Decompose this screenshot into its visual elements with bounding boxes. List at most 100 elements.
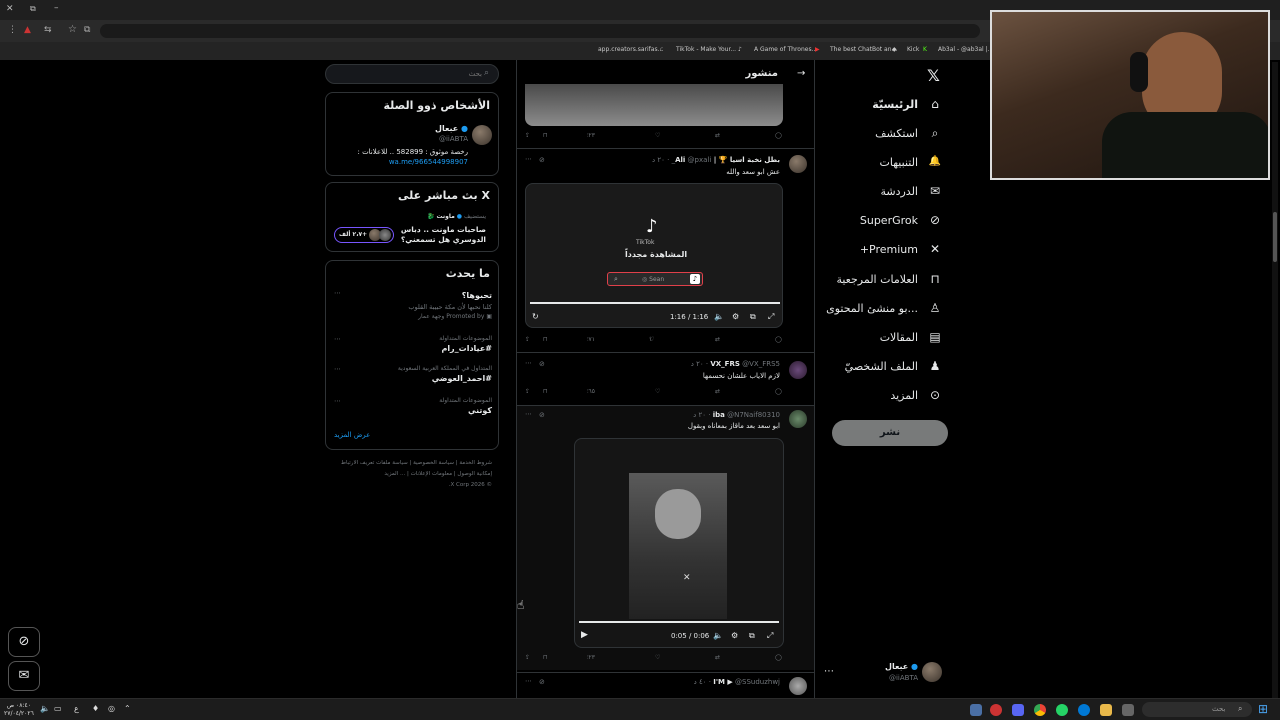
bookmark-icon[interactable]: ⊓ — [543, 132, 548, 139]
views-count[interactable]: ⫶ ٢٣ — [587, 132, 595, 140]
nav-item-explore[interactable]: ⌕ استكشف — [875, 123, 942, 143]
more-dots-icon[interactable]: ⋯ — [525, 359, 532, 367]
video-player[interactable]: ✕ ▶ 0:05 / 0:06 🔈 ⚙ ⧉ ⤢ — [574, 438, 784, 648]
repost-icon[interactable]: ⇄ — [715, 654, 720, 661]
search-box[interactable]: ⌕ — [325, 64, 499, 84]
restore-window-icon[interactable]: ⧉ — [30, 4, 36, 14]
tiktok-search-bar[interactable]: ⌕ ◎ Sean ♪ — [607, 272, 703, 286]
share-icon[interactable]: ⇪ — [525, 336, 530, 343]
menu-dots-icon[interactable]: ⋮ — [8, 25, 17, 35]
search-input[interactable] — [332, 67, 482, 81]
minimize-window-icon[interactable]: – — [54, 3, 59, 13]
views-count[interactable]: ⫶ ٦٥ — [587, 388, 595, 396]
views-count[interactable]: ⫶ ٢٣ — [587, 654, 595, 662]
account-switcher[interactable]: ⋯ ● عبعال @iiABTA — [822, 658, 946, 688]
post-author[interactable]: بطل نخبة اسيا 🏆 | Ali @pxali_ · ٢٠ د — [652, 156, 780, 164]
avatar[interactable] — [789, 677, 807, 695]
post-button[interactable]: نشر — [832, 420, 948, 446]
back-arrow-icon[interactable]: → — [797, 68, 805, 79]
whatsapp-icon[interactable] — [1056, 704, 1068, 716]
more-dots-icon[interactable]: ⋯ — [334, 397, 341, 405]
page-scrollbar[interactable] — [1272, 62, 1278, 698]
nav-item-home[interactable]: ⌂ الرئيسيّة — [872, 94, 942, 114]
bookmark-item[interactable]: The best ChatBot an... — [830, 46, 897, 53]
trend-item[interactable]: ⋯ تحبوها؟ كلنا نحبها لأن مكة حبيبة القلو… — [326, 287, 500, 327]
share-icon[interactable]: ⇪ — [525, 654, 530, 661]
volume-icon[interactable]: 🔈 — [714, 312, 724, 321]
bookmark-icon[interactable]: ⊓ — [543, 388, 548, 395]
star-icon[interactable]: ☆ — [68, 24, 77, 35]
bookmark-item[interactable]: Kick — [907, 46, 919, 53]
taskbar-app-icon[interactable] — [990, 704, 1002, 716]
like-icon[interactable]: ♡ — [655, 388, 660, 395]
footer-line[interactable]: إمكانية الوصول | معلومات الإعلانات | ...… — [330, 469, 492, 480]
trend-item[interactable]: ⋯ الموضوعات المتداولة كوتني — [326, 397, 500, 423]
grok-icon[interactable]: ⊘ — [539, 678, 545, 686]
avatar[interactable] — [789, 410, 807, 428]
translate-icon[interactable]: ⇆ — [44, 25, 52, 35]
repost-icon[interactable]: ⇄ — [715, 336, 720, 343]
like-icon[interactable]: ♡ — [655, 654, 660, 661]
nav-item-more[interactable]: ⊙ المزيد — [890, 385, 942, 405]
extension-icon[interactable]: ▲ — [24, 25, 31, 35]
bookmark-icon[interactable]: ⊓ — [543, 336, 548, 343]
messages-float-button[interactable]: ✉ — [8, 661, 40, 691]
more-dots-icon[interactable]: ⋯ — [525, 155, 532, 163]
post-card[interactable]: iba @N7Naif80310 · ٢٠ د ⊘ ⋯ ابو سعد بعد … — [517, 406, 814, 670]
play-icon[interactable]: ▶ — [581, 630, 588, 640]
post-card[interactable]: I'M ▶ @SSuduzhwj · ٤٠ د ⊘ ⋯ — [517, 673, 814, 700]
reply-icon[interactable]: ◯ — [775, 336, 782, 343]
nav-item-creator-studio[interactable]: ♙ ...بو منشئ المحتوى — [826, 298, 942, 318]
edge-icon[interactable] — [1078, 704, 1090, 716]
nav-item-profile[interactable]: ♟ الملف الشخصيّ — [845, 356, 942, 376]
nav-item-supergrok[interactable]: ⊘ SuperGrok — [860, 210, 942, 230]
reply-icon[interactable]: ◯ — [775, 132, 782, 139]
fullscreen-icon[interactable]: ⤢ — [768, 312, 774, 322]
share-icon[interactable]: ⇪ — [525, 132, 530, 139]
bookmark-item[interactable]: app.creators.sarifas... — [598, 46, 663, 53]
video-progress-bar[interactable] — [579, 621, 779, 623]
video-progress-bar[interactable] — [530, 302, 780, 304]
like-icon[interactable]: ♡ — [655, 132, 660, 139]
avatar[interactable] — [789, 361, 807, 379]
more-dots-icon[interactable]: ⋯ — [525, 410, 532, 418]
install-icon[interactable]: ⧉ — [84, 25, 90, 35]
lang-indicator[interactable]: ع — [74, 704, 79, 713]
views-count[interactable]: ⫶ ٧١ — [587, 336, 595, 344]
post-card[interactable]: بطل نخبة اسيا 🏆 | Ali @pxali_ · ٢٠ د ⊘ ⋯… — [517, 149, 814, 349]
nav-item-premium[interactable]: ✕ Premium+ — [860, 239, 942, 259]
bookmark-item[interactable]: TikTok - Make Your... — [676, 46, 736, 53]
avatar[interactable] — [789, 155, 807, 173]
post-author[interactable]: iba @N7Naif80310 · ٢٠ د — [693, 411, 780, 419]
popout-icon[interactable]: ⧉ — [750, 312, 756, 322]
scrollbar-thumb[interactable] — [1273, 212, 1277, 262]
more-dots-icon[interactable]: ⋯ — [334, 289, 341, 297]
more-dots-icon[interactable]: ⋯ — [334, 335, 341, 343]
tray-app-icon[interactable]: ◎ — [108, 704, 115, 713]
more-dots-icon[interactable]: ⋯ — [525, 677, 532, 685]
nav-item-notifications[interactable]: 🔔 التنبيهات — [880, 152, 942, 172]
trend-item[interactable]: ⋯ الموضوعات المتداولة #عيادات_رام — [326, 335, 500, 361]
taskbar-app-icon[interactable] — [970, 704, 982, 716]
chevron-up-icon[interactable]: ⌃ — [124, 704, 131, 713]
trend-item[interactable]: ⋯ المتداول في المملكة العربية السعودية #… — [326, 365, 500, 391]
nav-item-articles[interactable]: ▤ المقالات — [880, 327, 942, 347]
post-author[interactable]: I'M ▶ @SSuduzhwj · ٤٠ د — [694, 678, 780, 686]
x-logo-icon[interactable]: 𝕏 — [927, 66, 940, 85]
grok-icon[interactable]: ⊘ — [539, 360, 545, 368]
post-image[interactable] — [525, 84, 783, 126]
repost-icon[interactable]: ⇄ — [715, 388, 720, 395]
grok-icon[interactable]: ⊘ — [539, 156, 545, 164]
avatar[interactable] — [472, 125, 492, 145]
taskbar-search[interactable]: ⌕ بحث — [1142, 702, 1252, 717]
bookmark-item[interactable]: A Game of Thrones... — [754, 46, 817, 53]
bookmark-item[interactable]: Ab3al - @ab3al |... — [938, 46, 993, 53]
network-icon[interactable]: ▭ — [54, 704, 62, 713]
more-dots-icon[interactable]: ⋯ — [334, 365, 341, 373]
volume-icon[interactable]: 🔈 — [40, 704, 50, 713]
reply-icon[interactable]: ◯ — [775, 654, 782, 661]
store-icon[interactable] — [1122, 704, 1134, 716]
volume-icon[interactable]: 🔈 — [713, 631, 723, 640]
clock[interactable]: ٠٨:٤٠ ص ٢٧/٠٤/٢٠٢٦ — [4, 702, 34, 718]
close-window-icon[interactable]: ✕ — [6, 4, 14, 14]
